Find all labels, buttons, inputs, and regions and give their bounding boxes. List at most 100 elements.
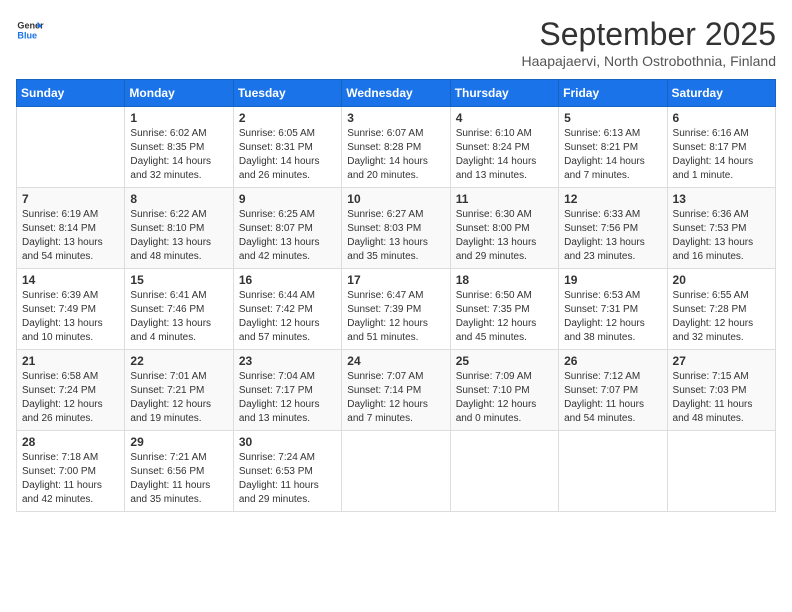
day-header-wednesday: Wednesday bbox=[342, 80, 450, 107]
day-number: 9 bbox=[239, 192, 336, 206]
day-info: Sunrise: 6:39 AM Sunset: 7:49 PM Dayligh… bbox=[22, 289, 119, 345]
day-info: Sunrise: 7:09 AM Sunset: 7:10 PM Dayligh… bbox=[456, 370, 553, 426]
day-info: Sunrise: 6:50 AM Sunset: 7:35 PM Dayligh… bbox=[456, 289, 553, 345]
day-info: Sunrise: 7:01 AM Sunset: 7:21 PM Dayligh… bbox=[130, 370, 227, 426]
day-info: Sunrise: 6:05 AM Sunset: 8:31 PM Dayligh… bbox=[239, 127, 336, 183]
day-number: 30 bbox=[239, 435, 336, 449]
calendar-cell: 22 Sunrise: 7:01 AM Sunset: 7:21 PM Dayli… bbox=[125, 350, 233, 431]
day-number: 6 bbox=[673, 111, 770, 125]
day-header-monday: Monday bbox=[125, 80, 233, 107]
calendar-cell: 12 Sunrise: 6:33 AM Sunset: 7:56 PM Dayli… bbox=[559, 188, 667, 269]
calendar-cell: 3 Sunrise: 6:07 AM Sunset: 8:28 PM Daylig… bbox=[342, 107, 450, 188]
day-number: 29 bbox=[130, 435, 227, 449]
day-header-friday: Friday bbox=[559, 80, 667, 107]
day-info: Sunrise: 6:02 AM Sunset: 8:35 PM Dayligh… bbox=[130, 127, 227, 183]
calendar-cell: 2 Sunrise: 6:05 AM Sunset: 8:31 PM Daylig… bbox=[233, 107, 341, 188]
day-number: 5 bbox=[564, 111, 661, 125]
day-number: 19 bbox=[564, 273, 661, 287]
day-info: Sunrise: 6:19 AM Sunset: 8:14 PM Dayligh… bbox=[22, 208, 119, 264]
week-row-5: 28 Sunrise: 7:18 AM Sunset: 7:00 PM Dayli… bbox=[17, 431, 776, 512]
calendar-cell: 9 Sunrise: 6:25 AM Sunset: 8:07 PM Daylig… bbox=[233, 188, 341, 269]
calendar-cell: 23Sunrise: 7:04 AM Sunset: 7:17 PM Dayli… bbox=[233, 350, 341, 431]
calendar-cell: 6 Sunrise: 6:16 AM Sunset: 8:17 PM Daylig… bbox=[667, 107, 775, 188]
day-header-saturday: Saturday bbox=[667, 80, 775, 107]
day-info: Sunrise: 7:12 AM Sunset: 7:07 PM Dayligh… bbox=[564, 370, 661, 426]
day-info: Sunrise: 6:33 AM Sunset: 7:56 PM Dayligh… bbox=[564, 208, 661, 264]
month-title: September 2025 bbox=[522, 16, 776, 53]
day-number: 21 bbox=[22, 354, 119, 368]
day-info: Sunrise: 6:44 AM Sunset: 7:42 PM Dayligh… bbox=[239, 289, 336, 345]
calendar-cell: 1 Sunrise: 6:02 AM Sunset: 8:35 PM Daylig… bbox=[125, 107, 233, 188]
calendar-cell bbox=[342, 431, 450, 512]
title-area: September 2025 Haapajaervi, North Ostrob… bbox=[522, 16, 776, 69]
logo: General Blue bbox=[16, 16, 44, 44]
logo-icon: General Blue bbox=[16, 16, 44, 44]
day-number: 16 bbox=[239, 273, 336, 287]
calendar-cell: 8Sunrise: 6:22 AM Sunset: 8:10 PM Daylig… bbox=[125, 188, 233, 269]
week-row-1: 1 Sunrise: 6:02 AM Sunset: 8:35 PM Daylig… bbox=[17, 107, 776, 188]
calendar-cell: 26 Sunrise: 7:12 AM Sunset: 7:07 PM Dayli… bbox=[559, 350, 667, 431]
day-number: 4 bbox=[456, 111, 553, 125]
calendar-body: 1 Sunrise: 6:02 AM Sunset: 8:35 PM Daylig… bbox=[17, 107, 776, 512]
calendar-cell: 13 Sunrise: 6:36 AM Sunset: 7:53 PM Dayli… bbox=[667, 188, 775, 269]
day-info: Sunrise: 6:30 AM Sunset: 8:00 PM Dayligh… bbox=[456, 208, 553, 264]
day-info: Sunrise: 6:25 AM Sunset: 8:07 PM Dayligh… bbox=[239, 208, 336, 264]
calendar-cell bbox=[559, 431, 667, 512]
calendar-cell: 20Sunrise: 6:55 AM Sunset: 7:28 PM Dayli… bbox=[667, 269, 775, 350]
calendar-cell: 25 Sunrise: 7:09 AM Sunset: 7:10 PM Dayli… bbox=[450, 350, 558, 431]
day-number: 28 bbox=[22, 435, 119, 449]
svg-text:Blue: Blue bbox=[17, 30, 37, 40]
week-row-2: 7Sunrise: 6:19 AM Sunset: 8:14 PM Daylig… bbox=[17, 188, 776, 269]
day-number: 17 bbox=[347, 273, 444, 287]
day-number: 26 bbox=[564, 354, 661, 368]
day-info: Sunrise: 6:16 AM Sunset: 8:17 PM Dayligh… bbox=[673, 127, 770, 183]
day-info: Sunrise: 6:27 AM Sunset: 8:03 PM Dayligh… bbox=[347, 208, 444, 264]
calendar-cell: 4 Sunrise: 6:10 AM Sunset: 8:24 PM Daylig… bbox=[450, 107, 558, 188]
day-number: 3 bbox=[347, 111, 444, 125]
day-info: Sunrise: 7:24 AM Sunset: 6:53 PM Dayligh… bbox=[239, 451, 336, 507]
location-subtitle: Haapajaervi, North Ostrobothnia, Finland bbox=[522, 53, 776, 69]
calendar-cell: 21 Sunrise: 6:58 AM Sunset: 7:24 PM Dayli… bbox=[17, 350, 125, 431]
calendar-cell bbox=[17, 107, 125, 188]
day-info: Sunrise: 6:53 AM Sunset: 7:31 PM Dayligh… bbox=[564, 289, 661, 345]
calendar-cell: 24 Sunrise: 7:07 AM Sunset: 7:14 PM Dayli… bbox=[342, 350, 450, 431]
day-number: 2 bbox=[239, 111, 336, 125]
day-info: Sunrise: 6:07 AM Sunset: 8:28 PM Dayligh… bbox=[347, 127, 444, 183]
day-info: Sunrise: 6:10 AM Sunset: 8:24 PM Dayligh… bbox=[456, 127, 553, 183]
calendar-cell: 19 Sunrise: 6:53 AM Sunset: 7:31 PM Dayli… bbox=[559, 269, 667, 350]
calendar-cell: 15 Sunrise: 6:41 AM Sunset: 7:46 PM Dayli… bbox=[125, 269, 233, 350]
calendar-cell: 27Sunrise: 7:15 AM Sunset: 7:03 PM Dayli… bbox=[667, 350, 775, 431]
week-row-4: 21 Sunrise: 6:58 AM Sunset: 7:24 PM Dayli… bbox=[17, 350, 776, 431]
calendar-cell: 7Sunrise: 6:19 AM Sunset: 8:14 PM Daylig… bbox=[17, 188, 125, 269]
calendar-header-row: SundayMondayTuesdayWednesdayThursdayFrid… bbox=[17, 80, 776, 107]
day-number: 23 bbox=[239, 354, 336, 368]
day-number: 8 bbox=[130, 192, 227, 206]
day-info: Sunrise: 7:21 AM Sunset: 6:56 PM Dayligh… bbox=[130, 451, 227, 507]
day-number: 12 bbox=[564, 192, 661, 206]
day-info: Sunrise: 7:18 AM Sunset: 7:00 PM Dayligh… bbox=[22, 451, 119, 507]
day-number: 22 bbox=[130, 354, 227, 368]
calendar-cell: 16 Sunrise: 6:44 AM Sunset: 7:42 PM Dayli… bbox=[233, 269, 341, 350]
calendar-cell: 11Sunrise: 6:30 AM Sunset: 8:00 PM Dayli… bbox=[450, 188, 558, 269]
calendar-cell: 18Sunrise: 6:50 AM Sunset: 7:35 PM Dayli… bbox=[450, 269, 558, 350]
day-info: Sunrise: 6:58 AM Sunset: 7:24 PM Dayligh… bbox=[22, 370, 119, 426]
day-number: 13 bbox=[673, 192, 770, 206]
day-number: 25 bbox=[456, 354, 553, 368]
calendar-cell bbox=[667, 431, 775, 512]
day-number: 27 bbox=[673, 354, 770, 368]
calendar-table: SundayMondayTuesdayWednesdayThursdayFrid… bbox=[16, 79, 776, 512]
day-number: 15 bbox=[130, 273, 227, 287]
day-info: Sunrise: 6:13 AM Sunset: 8:21 PM Dayligh… bbox=[564, 127, 661, 183]
day-info: Sunrise: 7:07 AM Sunset: 7:14 PM Dayligh… bbox=[347, 370, 444, 426]
calendar-cell: 28 Sunrise: 7:18 AM Sunset: 7:00 PM Dayli… bbox=[17, 431, 125, 512]
day-info: Sunrise: 6:36 AM Sunset: 7:53 PM Dayligh… bbox=[673, 208, 770, 264]
page-header: General Blue September 2025 Haapajaervi,… bbox=[16, 16, 776, 69]
day-number: 24 bbox=[347, 354, 444, 368]
day-number: 1 bbox=[130, 111, 227, 125]
day-info: Sunrise: 6:41 AM Sunset: 7:46 PM Dayligh… bbox=[130, 289, 227, 345]
calendar-cell: 14Sunrise: 6:39 AM Sunset: 7:49 PM Dayli… bbox=[17, 269, 125, 350]
calendar-cell: 30 Sunrise: 7:24 AM Sunset: 6:53 PM Dayli… bbox=[233, 431, 341, 512]
calendar-cell: 10Sunrise: 6:27 AM Sunset: 8:03 PM Dayli… bbox=[342, 188, 450, 269]
calendar-cell bbox=[450, 431, 558, 512]
day-info: Sunrise: 6:55 AM Sunset: 7:28 PM Dayligh… bbox=[673, 289, 770, 345]
